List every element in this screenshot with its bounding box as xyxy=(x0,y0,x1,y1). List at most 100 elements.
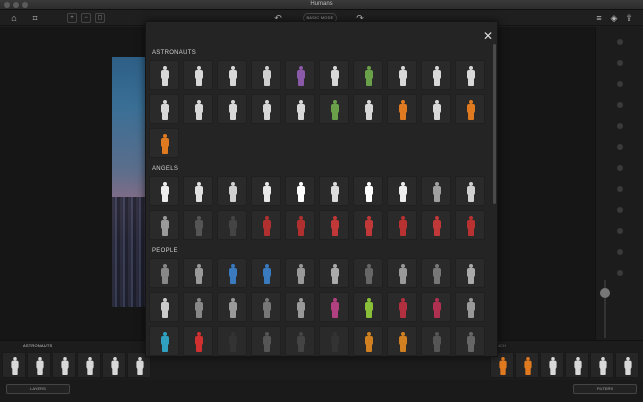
asset-tile[interactable] xyxy=(421,292,451,322)
modal-scrollbar[interactable] xyxy=(493,44,496,204)
asset-tile[interactable] xyxy=(421,258,451,288)
asset-tile[interactable] xyxy=(319,94,349,124)
asset-tile[interactable] xyxy=(285,210,315,240)
asset-tile[interactable] xyxy=(285,258,315,288)
home-icon[interactable]: ⌂ xyxy=(9,13,19,23)
asset-tile[interactable] xyxy=(455,176,485,206)
strip-asset-tile[interactable] xyxy=(565,352,589,378)
right-panel-item-12[interactable] xyxy=(596,270,643,276)
right-panel-item-6[interactable] xyxy=(596,144,643,150)
layers-button[interactable]: LAYERS xyxy=(6,384,70,394)
layers-icon[interactable]: ◈ xyxy=(609,13,619,23)
asset-tile[interactable] xyxy=(217,326,247,356)
asset-tile[interactable] xyxy=(285,326,315,356)
strip-asset-tile[interactable] xyxy=(590,352,614,378)
filters-button[interactable]: FILTERS xyxy=(573,384,637,394)
right-panel-item-7[interactable] xyxy=(596,165,643,171)
asset-tile[interactable] xyxy=(217,292,247,322)
asset-tile[interactable] xyxy=(251,326,281,356)
asset-tile[interactable] xyxy=(387,292,417,322)
asset-tile[interactable] xyxy=(251,210,281,240)
strip-asset-tile[interactable] xyxy=(102,352,126,378)
asset-tile[interactable] xyxy=(319,176,349,206)
share-icon[interactable]: ⇪ xyxy=(624,13,634,23)
asset-tile[interactable] xyxy=(183,292,213,322)
asset-tile[interactable] xyxy=(455,210,485,240)
asset-tile[interactable] xyxy=(217,258,247,288)
crop-icon[interactable]: ⌗ xyxy=(30,13,40,23)
asset-tile[interactable] xyxy=(251,176,281,206)
asset-tile[interactable] xyxy=(183,94,213,124)
asset-tile[interactable] xyxy=(217,60,247,90)
asset-tile[interactable] xyxy=(353,176,383,206)
asset-tile[interactable] xyxy=(183,60,213,90)
right-panel-item-1[interactable] xyxy=(596,39,643,45)
asset-tile[interactable] xyxy=(251,94,281,124)
asset-tile[interactable] xyxy=(455,292,485,322)
asset-tile[interactable] xyxy=(387,326,417,356)
asset-tile[interactable] xyxy=(319,210,349,240)
right-panel-item-8[interactable] xyxy=(596,186,643,192)
strip-asset-tile[interactable] xyxy=(615,352,639,378)
asset-tile[interactable] xyxy=(149,292,179,322)
asset-tile[interactable] xyxy=(455,258,485,288)
asset-tile[interactable] xyxy=(251,60,281,90)
asset-tile[interactable] xyxy=(319,326,349,356)
asset-tile[interactable] xyxy=(387,258,417,288)
asset-tile[interactable] xyxy=(149,210,179,240)
asset-tile[interactable] xyxy=(455,60,485,90)
right-panel-item-4[interactable] xyxy=(596,102,643,108)
asset-tile[interactable] xyxy=(217,210,247,240)
opacity-slider-thumb[interactable] xyxy=(600,288,610,298)
asset-tile[interactable] xyxy=(251,292,281,322)
asset-tile[interactable] xyxy=(421,94,451,124)
strip-asset-tile[interactable] xyxy=(52,352,76,378)
asset-tile[interactable] xyxy=(149,258,179,288)
asset-tile[interactable] xyxy=(421,326,451,356)
asset-tile[interactable] xyxy=(455,94,485,124)
asset-tile[interactable] xyxy=(387,94,417,124)
asset-tile[interactable] xyxy=(455,326,485,356)
asset-tile[interactable] xyxy=(183,258,213,288)
right-panel-item-11[interactable] xyxy=(596,249,643,255)
asset-tile[interactable] xyxy=(149,176,179,206)
asset-tile[interactable] xyxy=(353,94,383,124)
right-panel-item-3[interactable] xyxy=(596,81,643,87)
strip-asset-tile[interactable] xyxy=(540,352,564,378)
right-panel-item-10[interactable] xyxy=(596,228,643,234)
strip-asset-tile[interactable] xyxy=(27,352,51,378)
asset-tile[interactable] xyxy=(319,292,349,322)
asset-tile[interactable] xyxy=(353,292,383,322)
strip-asset-tile[interactable] xyxy=(2,352,26,378)
right-panel-item-5[interactable] xyxy=(596,123,643,129)
asset-tile[interactable] xyxy=(149,60,179,90)
zoom-out-icon[interactable]: − xyxy=(81,13,91,23)
asset-tile[interactable] xyxy=(387,60,417,90)
asset-tile[interactable] xyxy=(251,258,281,288)
asset-tile[interactable] xyxy=(285,176,315,206)
zoom-in-icon[interactable]: + xyxy=(67,13,77,23)
list-icon[interactable]: ≡ xyxy=(594,13,604,23)
asset-tile[interactable] xyxy=(353,210,383,240)
asset-tile[interactable] xyxy=(353,326,383,356)
asset-tile[interactable] xyxy=(217,176,247,206)
zoom-fit-icon[interactable]: ◻ xyxy=(95,13,105,23)
right-panel-item-2[interactable] xyxy=(596,60,643,66)
asset-tile[interactable] xyxy=(149,94,179,124)
asset-tile[interactable] xyxy=(183,326,213,356)
close-icon[interactable]: ✕ xyxy=(482,30,494,42)
strip-asset-tile[interactable] xyxy=(77,352,101,378)
asset-tile[interactable] xyxy=(319,258,349,288)
asset-tile[interactable] xyxy=(149,326,179,356)
asset-tile[interactable] xyxy=(387,176,417,206)
asset-tile[interactable] xyxy=(285,292,315,322)
asset-tile[interactable] xyxy=(285,94,315,124)
asset-tile[interactable] xyxy=(387,210,417,240)
asset-tile[interactable] xyxy=(353,258,383,288)
right-panel-item-9[interactable] xyxy=(596,207,643,213)
asset-tile[interactable] xyxy=(353,60,383,90)
asset-tile[interactable] xyxy=(183,176,213,206)
asset-tile[interactable] xyxy=(149,128,179,158)
asset-tile[interactable] xyxy=(421,176,451,206)
asset-tile[interactable] xyxy=(421,60,451,90)
